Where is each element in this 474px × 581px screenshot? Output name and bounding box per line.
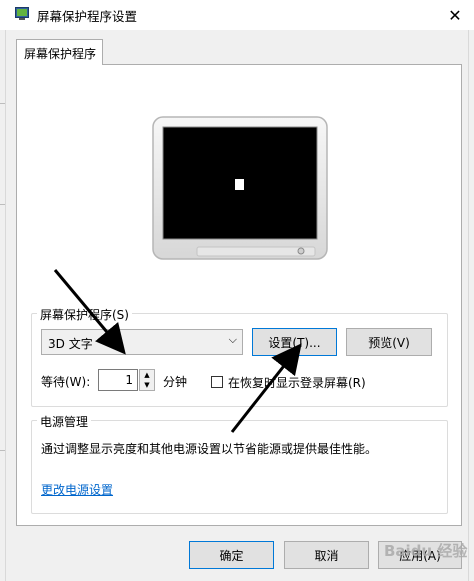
watermark: Baidu 经验: [384, 542, 468, 560]
annotation-arrow-settings: [230, 343, 302, 433]
annotation-arrow-combo: [53, 269, 126, 355]
tab-label: 屏幕保护程序: [24, 47, 97, 61]
tab-screensaver[interactable]: 屏幕保护程序: [16, 39, 103, 65]
annotation-arrows: [53, 269, 302, 433]
